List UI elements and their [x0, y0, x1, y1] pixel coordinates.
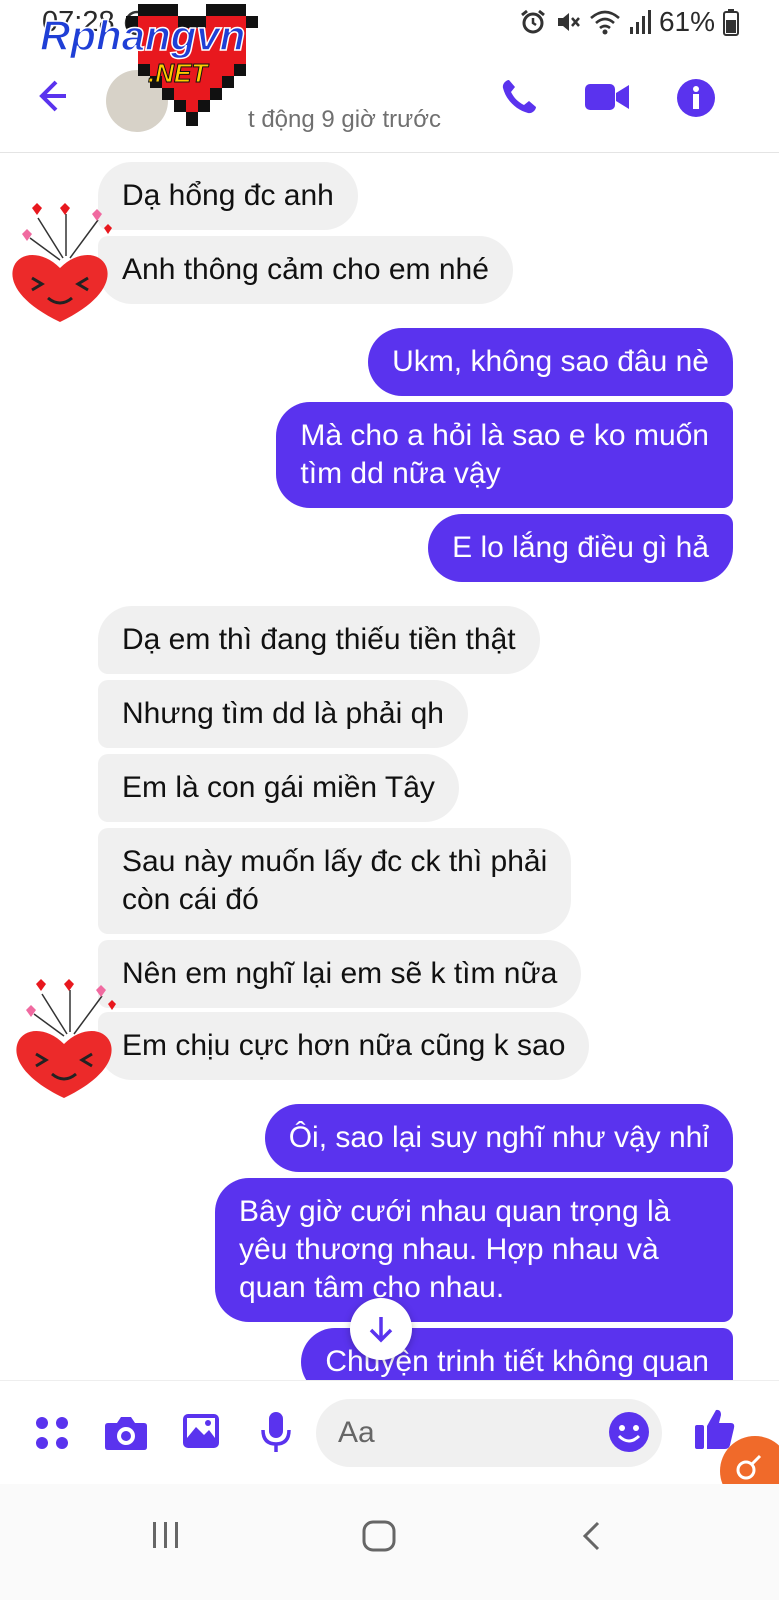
message-received[interactable]: Sau này muốn lấy đc ck thì phải còn cái …: [98, 828, 572, 934]
menu-dots-icon[interactable]: [34, 1415, 70, 1451]
message-received[interactable]: Nên em nghĩ lại em sẽ k tìm nữa: [98, 940, 582, 1008]
info-icon[interactable]: [676, 78, 716, 118]
battery-icon: [723, 9, 739, 36]
heart-sticker-icon: [16, 979, 116, 1098]
message-received[interactable]: Anh thông cảm cho em nhé: [98, 236, 513, 304]
microphone-icon[interactable]: [260, 1411, 292, 1453]
message-received[interactable]: Em chịu cực hơn nữa cũng k sao: [98, 1012, 590, 1080]
alarm-icon: [521, 9, 545, 34]
status-right-group: 61%: [519, 6, 739, 38]
message-sent[interactable]: E lo lắng điều gì hả: [428, 514, 733, 582]
home-icon[interactable]: [362, 1520, 396, 1552]
emoji-icon[interactable]: [608, 1411, 650, 1453]
video-camera-icon[interactable]: [584, 82, 630, 112]
heart-sticker-icon: [12, 203, 112, 322]
watermark-logo: Rphangvn .NET: [39, 4, 258, 126]
message-received[interactable]: Em là con gái miền Tây: [98, 754, 459, 822]
battery-percentage: 61%: [658, 6, 715, 37]
message-received[interactable]: Nhưng tìm dd là phải qh: [98, 680, 468, 748]
message-received[interactable]: Dạ hổng đc anh: [98, 162, 358, 230]
logo-text-bottom: .NET: [148, 58, 209, 88]
composer-bar: [0, 1380, 779, 1485]
image-icon[interactable]: [182, 1413, 220, 1449]
message-sent[interactable]: Ukm, không sao đâu nè: [368, 328, 733, 396]
message-sent[interactable]: Bây giờ cưới nhau quan trọng là yêu thươ…: [215, 1178, 733, 1322]
camera-icon[interactable]: [104, 1415, 148, 1451]
arrow-down-icon: [369, 1317, 393, 1343]
signal-icon: [629, 10, 651, 34]
back-icon[interactable]: [580, 1520, 604, 1552]
thumbs-up-icon[interactable]: [694, 1407, 736, 1451]
message-received[interactable]: Dạ em thì đang thiếu tiền thật: [98, 606, 540, 674]
logo-text-top: Rphangvn: [40, 12, 245, 59]
scroll-to-bottom-button[interactable]: [350, 1298, 412, 1360]
message-sent[interactable]: Ôi, sao lại suy nghĩ như vậy nhỉ: [264, 1104, 733, 1172]
recent-apps-icon[interactable]: [150, 1520, 182, 1550]
link-icon: [736, 1454, 762, 1480]
wifi-icon: [590, 10, 620, 35]
system-nav-bar: [0, 1484, 779, 1600]
mute-icon: [557, 13, 580, 31]
message-sent[interactable]: Mà cho a hỏi là sao e ko muốn tìm dd nữa…: [276, 402, 733, 508]
phone-icon[interactable]: [500, 78, 538, 116]
